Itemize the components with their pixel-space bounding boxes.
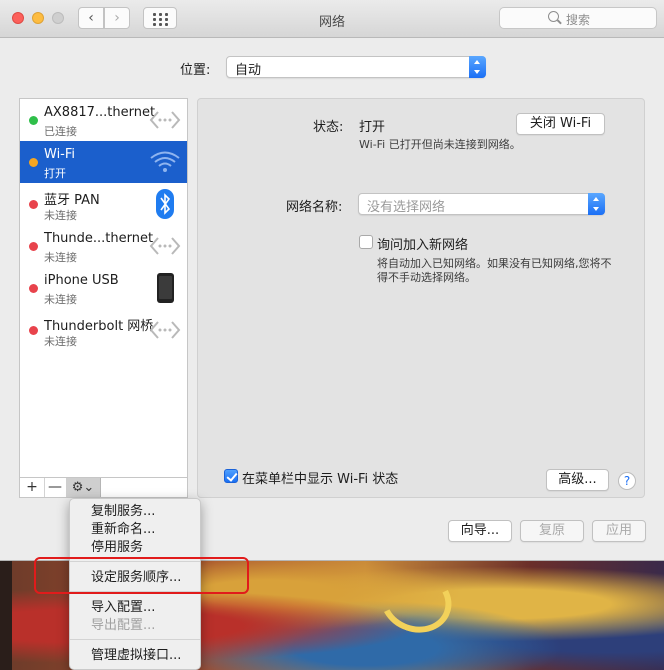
status-label: 状态: [313, 120, 344, 135]
service-name: 蓝牙 PAN [44, 193, 100, 208]
gear-menu-button[interactable]: ⚙︎⌄ [66, 478, 101, 497]
service-name: Wi-Fi [44, 147, 76, 162]
service-item-ax8817-ethernet[interactable]: AX8817...thernet 已连接 [20, 99, 187, 141]
service-name: Thunderbolt 网桥 [44, 319, 154, 334]
ask-join-label: 询问加入新网络 [377, 238, 469, 253]
search-placeholder: 搜索 [566, 13, 591, 27]
ask-join-checkbox[interactable] [359, 235, 373, 249]
location-value: 自动 [235, 63, 262, 78]
title-bar: ‹ › 网络 搜索 [0, 0, 664, 38]
wallpaper-edge [0, 560, 12, 670]
service-item-thunderbolt-ethernet[interactable]: Thunde...thernet 未连接 [20, 225, 187, 267]
show-menubar-checkbox[interactable] [224, 469, 238, 483]
apply-button[interactable]: 应用 [592, 520, 646, 542]
wifi-icon [150, 151, 180, 172]
service-name: AX8817...thernet [44, 105, 156, 120]
ethernet-arrows-icon [149, 237, 181, 255]
revert-button[interactable]: 复原 [520, 520, 584, 542]
remove-service-button[interactable]: — [44, 478, 67, 497]
ask-join-description-line2: 得不手动选择网络。 [377, 271, 476, 284]
status-dot [29, 284, 38, 293]
popup-arrows-icon [469, 56, 486, 78]
network-name-label: 网络名称: [286, 200, 343, 215]
service-name: iPhone USB [44, 273, 119, 288]
menu-item-rename-service[interactable]: 重新命名... [70, 521, 200, 539]
status-dot [29, 242, 38, 251]
status-dot [29, 326, 38, 335]
location-label: 位置: [180, 63, 211, 78]
service-status: 未连接 [44, 209, 77, 222]
status-dot [29, 158, 38, 167]
service-item-wifi[interactable]: Wi-Fi 打开 [20, 141, 187, 183]
service-status: 未连接 [44, 251, 77, 264]
add-service-button[interactable]: + [20, 478, 45, 497]
service-item-iphone-usb[interactable]: iPhone USB 未连接 [20, 267, 187, 309]
search-field[interactable]: 搜索 [499, 7, 657, 29]
service-list[interactable]: AX8817...thernet 已连接 Wi-Fi 打开 蓝牙 PAN 未连接 [19, 98, 188, 478]
ask-join-description-line1: 将自动加入已知网络。如果没有已知网络,您将不 [377, 257, 612, 270]
location-popup[interactable]: 自动 [226, 56, 486, 78]
service-status: 未连接 [44, 293, 77, 306]
service-list-toolbar: + — ⚙︎⌄ [19, 477, 188, 498]
bluetooth-icon [156, 189, 174, 219]
menu-item-deactivate-service[interactable]: 停用服务 [70, 539, 200, 557]
annotation-highlight-box [34, 557, 249, 594]
network-name-popup[interactable]: 没有选择网络 [358, 193, 605, 215]
service-status: 未连接 [44, 335, 77, 348]
popup-arrows-icon [588, 193, 605, 215]
ethernet-arrows-icon [149, 111, 181, 129]
ethernet-arrows-icon [149, 321, 181, 339]
menu-item-export-configurations: 导出配置... [91, 618, 156, 633]
status-description: Wi-Fi 已打开但尚未连接到网络。 [359, 138, 521, 151]
wifi-detail-panel [197, 98, 645, 498]
turn-off-wifi-button[interactable]: 关闭 Wi-Fi [516, 113, 605, 135]
iphone-icon [157, 273, 174, 303]
menu-item-duplicate-service[interactable]: 复制服务... [70, 503, 200, 521]
menu-item-manage-virtual-interfaces[interactable]: 管理虚拟接口... [70, 647, 200, 665]
service-status: 打开 [44, 167, 66, 180]
service-item-thunderbolt-bridge[interactable]: Thunderbolt 网桥 未连接 [20, 309, 187, 351]
service-name: Thunde...thernet [44, 231, 154, 246]
show-menubar-label: 在菜单栏中显示 Wi-Fi 状态 [242, 472, 399, 487]
assistant-button[interactable]: 向导... [448, 520, 512, 542]
wallpaper-swirl [371, 559, 461, 643]
advanced-button[interactable]: 高级... [546, 469, 609, 491]
status-dot [29, 116, 38, 125]
search-icon [548, 11, 559, 22]
menu-item-import-configurations[interactable]: 导入配置... [70, 599, 200, 617]
menu-separator [70, 639, 200, 640]
status-dot [29, 200, 38, 209]
network-preferences-window: ‹ › 网络 搜索 位置: 自动 AX8817...thernet 已连接 Wi… [0, 0, 664, 561]
service-status: 已连接 [44, 125, 77, 138]
network-name-placeholder: 没有选择网络 [367, 200, 446, 215]
service-item-bluetooth-pan[interactable]: 蓝牙 PAN 未连接 [20, 183, 187, 225]
help-button[interactable]: ? [618, 472, 636, 490]
status-value: 打开 [359, 120, 386, 135]
